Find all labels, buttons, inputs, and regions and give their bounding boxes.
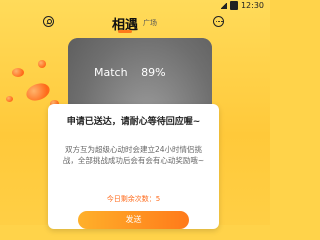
coin-icon	[38, 60, 46, 68]
battery-icon	[229, 1, 238, 10]
top-header: 相遇 广场	[0, 12, 270, 34]
coin-icon	[23, 80, 53, 104]
dialog-title: 申请已送达，请耐心等待回应喔~	[66, 117, 201, 127]
status-bar: 12:30	[0, 0, 270, 12]
tab-square[interactable]: 广场	[143, 18, 157, 28]
dialog-body: 双方互为超级心动时会建立24小时情侣挑战，全部挑战成功后会有会有心动奖励哦~	[62, 145, 205, 165]
send-button[interactable]: 发送	[78, 211, 189, 229]
active-tab-indicator	[118, 30, 132, 33]
match-label: Match	[94, 66, 128, 79]
request-sent-dialog: 申请已送达，请耐心等待回应喔~ 双方互为超级心动时会建立24小时情侣挑战，全部挑…	[48, 104, 219, 229]
profile-icon[interactable]	[43, 16, 54, 27]
match-indicator: Match 89%	[94, 66, 166, 79]
remaining-count: 今日剩余次数：5	[106, 195, 161, 203]
match-percent: 89%	[141, 66, 166, 79]
coin-icon	[12, 68, 24, 77]
signal-icon	[219, 2, 227, 9]
status-time: 12:30	[240, 1, 264, 10]
more-options-icon[interactable]	[213, 16, 224, 27]
status-icons: 12:30	[219, 1, 264, 10]
coin-icon	[6, 96, 13, 102]
